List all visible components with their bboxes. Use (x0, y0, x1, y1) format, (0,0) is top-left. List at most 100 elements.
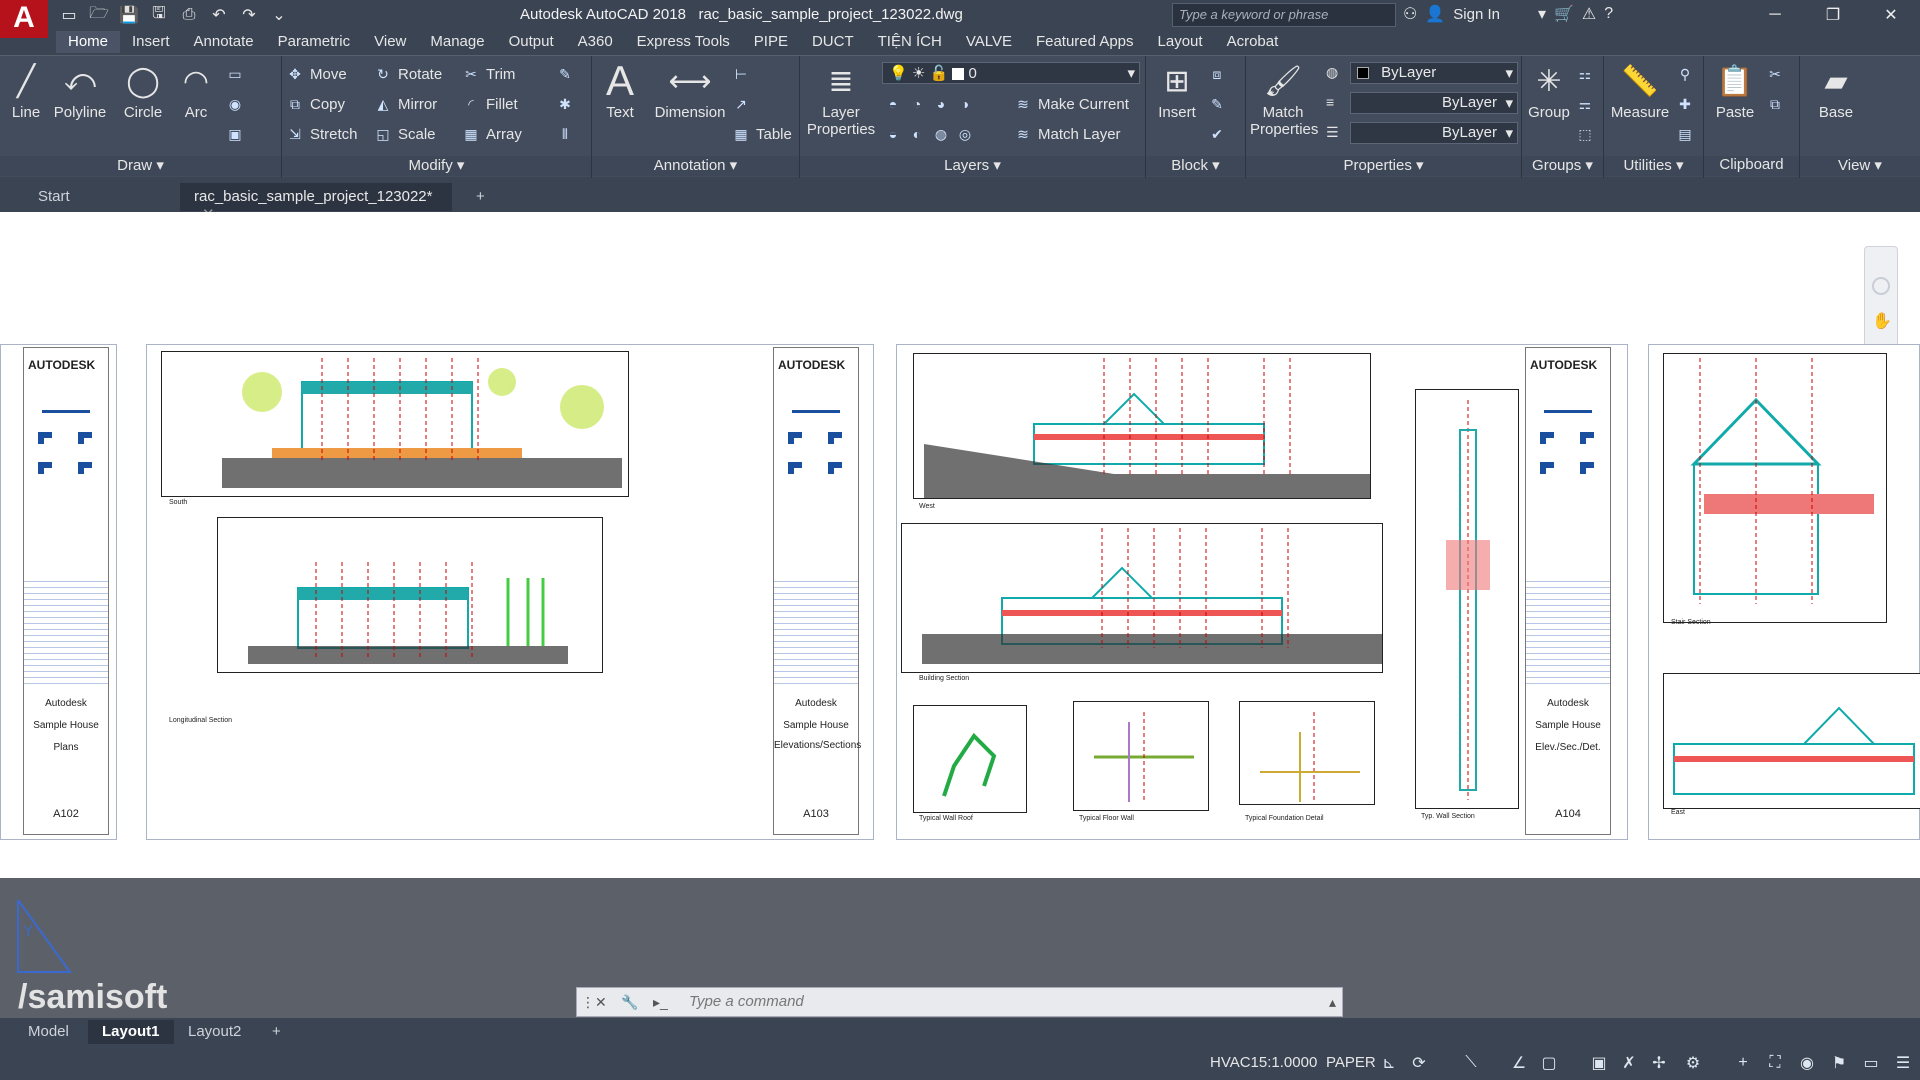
ribbon-tab-insert[interactable]: Insert (120, 31, 182, 53)
save-icon[interactable]: 💾 (118, 4, 140, 26)
isolate-icon[interactable]: ⛶ (1764, 1052, 1786, 1074)
layers-panel-title[interactable]: Layers ▾ (800, 156, 1145, 176)
user-icon[interactable]: 👤 (1425, 4, 1445, 24)
dimension-button[interactable]: ⟷ Dimension (650, 62, 730, 122)
command-line[interactable]: ⋮ ✕ 🔧 ▸_ Type a command ▴ (576, 987, 1343, 1017)
zoom-icon[interactable] (1872, 277, 1890, 295)
explode-button[interactable]: ✱ (556, 92, 574, 116)
copy-button[interactable]: ⧉ Copy (286, 92, 345, 116)
ribbon-tab-home[interactable]: Home (56, 31, 121, 53)
boundary-button[interactable]: ▣ (226, 122, 244, 146)
ribbon-tab-a360[interactable]: A360 (566, 31, 625, 53)
calculator-button[interactable]: ▤ (1676, 122, 1694, 146)
command-input[interactable]: Type a command (689, 993, 804, 1010)
cut-button[interactable]: ✂ (1766, 62, 1784, 86)
hatch-button[interactable]: ◉ (226, 92, 244, 116)
annotation-panel-title[interactable]: Annotation ▾ (592, 156, 799, 176)
erase-button[interactable]: ✎ (556, 62, 574, 86)
utilities-panel-title[interactable]: Utilities ▾ (1604, 156, 1703, 176)
plot-icon[interactable]: ⎙ (178, 4, 200, 26)
move-button[interactable]: ✥ Move (286, 62, 347, 86)
edit-block-button[interactable]: ✎ (1208, 92, 1226, 116)
open-file-icon[interactable]: 🗁 (88, 4, 110, 26)
new-file-icon[interactable]: ▭ (58, 4, 80, 26)
hardware-accel-icon[interactable]: ◉ (1796, 1052, 1818, 1074)
ribbon-tab-view[interactable]: View (362, 31, 418, 53)
tab-layout1[interactable]: Layout1 (88, 1020, 174, 1044)
table-button[interactable]: ▦ Table (732, 122, 791, 146)
mirror-button[interactable]: ◭ Mirror (374, 92, 438, 116)
create-block-button[interactable]: ⧈ (1208, 62, 1226, 86)
insert-button[interactable]: ⊞ Insert (1152, 62, 1202, 122)
a360-icon[interactable]: ⚠ (1582, 4, 1596, 24)
chevron-up-icon[interactable]: ▴ (1329, 994, 1336, 1011)
annotation-visibility-icon[interactable]: ✢ (1648, 1052, 1670, 1074)
lineweight-toggle-icon[interactable]: ▣ (1588, 1052, 1610, 1074)
group-edit-button[interactable]: ⚎ (1576, 92, 1594, 116)
paper-model-toggle[interactable]: PAPER (1326, 1054, 1376, 1071)
drag-handle-icon[interactable]: ⋮ (581, 994, 595, 1011)
ribbon-tab-express-tools[interactable]: Express Tools (625, 31, 742, 53)
clean-screen-icon[interactable]: ⚑ (1828, 1052, 1850, 1074)
layer-tools-row-2[interactable]: ◒ ◐ ◍ ◎ (884, 122, 974, 146)
ribbon-tab-manage[interactable]: Manage (418, 31, 496, 53)
grid-icon[interactable]: ⊾ (1378, 1052, 1400, 1074)
fullscreen-icon[interactable]: ▭ (1860, 1052, 1882, 1074)
ribbon-tab-layout[interactable]: Layout (1146, 31, 1215, 53)
offset-button[interactable]: ⫴ (556, 122, 574, 146)
quick-select-button[interactable]: ⚲ (1676, 62, 1694, 86)
snap-icon[interactable]: ⟳ (1408, 1052, 1430, 1074)
id-point-button[interactable]: ✚ (1676, 92, 1694, 116)
block-panel-title[interactable]: Block ▾ (1146, 156, 1245, 176)
color-dropdown[interactable]: ByLayer ▾ (1350, 62, 1518, 84)
view-panel-title[interactable]: View ▾ (1800, 156, 1920, 176)
menu-icon[interactable]: ☰ (1892, 1052, 1914, 1074)
add-layout-button[interactable]: + (258, 1020, 295, 1044)
scale-button[interactable]: ◱ Scale (374, 122, 435, 146)
clipboard-panel-title[interactable]: Clipboard (1704, 156, 1799, 176)
group-select-button[interactable]: ⬚ (1576, 122, 1594, 146)
lineweight-dropdown[interactable]: ByLayer ▾ (1350, 92, 1518, 114)
ribbon-tab-featured-apps[interactable]: Featured Apps (1024, 31, 1146, 53)
save-as-icon[interactable]: 🖫 (148, 4, 170, 26)
trim-button[interactable]: ✂ Trim (462, 62, 515, 86)
group-button[interactable]: ✳ Group (1526, 62, 1572, 122)
ribbon-tab-pipe[interactable]: PIPE (742, 31, 800, 53)
leader-button[interactable]: ↗ (732, 92, 750, 116)
command-history-icon[interactable]: ▸_ (653, 994, 668, 1011)
draw-panel-title[interactable]: Draw ▾ (0, 156, 281, 176)
ribbon-tab-output[interactable]: Output (497, 31, 566, 53)
close-icon[interactable]: ✕ (1862, 0, 1920, 30)
layer-properties-button[interactable]: ≣ Layer Properties (806, 62, 876, 139)
ungroup-button[interactable]: ⚏ (1576, 62, 1594, 86)
help-icon[interactable]: ? (1604, 5, 1613, 23)
annotation-scale-icon[interactable]: ✗ (1618, 1052, 1640, 1074)
ribbon-tab-parametric[interactable]: Parametric (266, 31, 363, 53)
pan-icon[interactable]: ✋ (1872, 311, 1892, 330)
ribbon-tab-valve[interactable]: VALVE (954, 31, 1024, 53)
text-button[interactable]: A Text (600, 57, 640, 121)
properties-panel-title[interactable]: Properties ▾ (1246, 156, 1521, 176)
linear-dim-button[interactable]: ⊢ (732, 62, 750, 86)
close-command-icon[interactable]: ✕ (595, 994, 607, 1011)
circle-button[interactable]: ◯ Circle (118, 62, 168, 122)
application-menu-button[interactable]: A (0, 0, 48, 38)
tab-drawing[interactable]: rac_basic_sample_project_123022* ✕ (180, 183, 452, 223)
match-properties-button[interactable]: 🖌 Match Properties (1250, 62, 1318, 139)
tab-start[interactable]: Start (24, 183, 84, 211)
rotate-button[interactable]: ↻ Rotate (374, 62, 442, 86)
match-layer-button[interactable]: ≋ Match Layer (1014, 122, 1120, 146)
polyline-button[interactable]: ⤺ Polyline (50, 62, 110, 121)
groups-panel-title[interactable]: Groups ▾ (1522, 156, 1603, 176)
plus-icon[interactable]: + (1732, 1052, 1754, 1074)
make-current-button[interactable]: ≋ Make Current (1014, 92, 1129, 116)
new-tab-button[interactable]: + (462, 183, 499, 211)
customize-qat-icon[interactable]: ⌄ (268, 4, 290, 26)
ribbon-tab-annotate[interactable]: Annotate (182, 31, 266, 53)
stretch-button[interactable]: ⇲ Stretch (286, 122, 357, 146)
tab-model[interactable]: Model (14, 1020, 83, 1044)
line-button[interactable]: ╱ Line (6, 62, 46, 122)
help-search-input[interactable]: Type a keyword or phrase (1172, 3, 1396, 27)
viewport-scale[interactable]: HVAC15:1.0000 (1210, 1054, 1317, 1071)
undo-icon[interactable]: ↶ (208, 4, 230, 26)
